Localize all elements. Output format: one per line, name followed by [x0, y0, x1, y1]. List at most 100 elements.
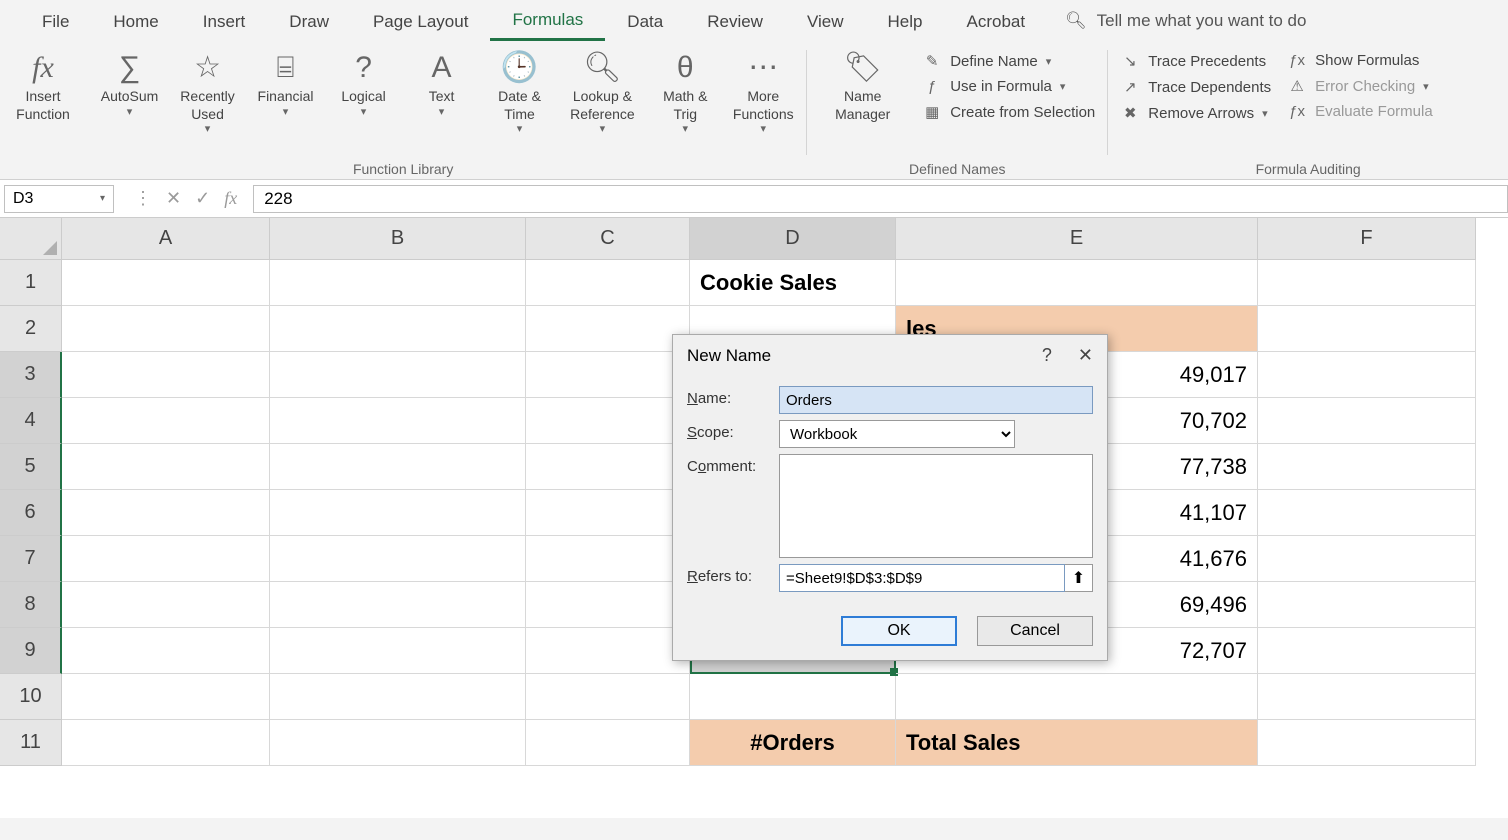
row-header-2[interactable]: 2 — [0, 306, 62, 352]
cell-C1[interactable] — [526, 260, 690, 306]
cell-C4[interactable] — [526, 398, 690, 444]
row-header-8[interactable]: 8 — [0, 582, 62, 628]
cell-B8[interactable] — [270, 582, 526, 628]
row-header-10[interactable]: 10 — [0, 674, 62, 720]
financial-button[interactable]: ⌸Financial — [251, 48, 321, 121]
cell-B11[interactable] — [270, 720, 526, 766]
dots-icon[interactable]: ⋮ — [134, 188, 152, 209]
create-from-selection-button[interactable]: ▦Create from Selection — [918, 101, 1099, 123]
cell-F4[interactable] — [1258, 398, 1476, 444]
cell-A3[interactable] — [62, 352, 270, 398]
cell-A1[interactable] — [62, 260, 270, 306]
row-header-4[interactable]: 4 — [0, 398, 62, 444]
cell-E10[interactable] — [896, 674, 1258, 720]
column-header-E[interactable]: E — [896, 218, 1258, 260]
recently-used-button[interactable]: ☆Recently Used — [173, 48, 243, 139]
tab-acrobat[interactable]: Acrobat — [944, 3, 1047, 40]
cell-D11[interactable]: #Orders — [690, 720, 896, 766]
name-input[interactable] — [779, 386, 1093, 414]
row-header-7[interactable]: 7 — [0, 536, 62, 582]
select-all-button[interactable] — [0, 218, 62, 260]
collapse-dialog-icon[interactable]: ⬆ — [1065, 564, 1093, 592]
cell-E1[interactable] — [896, 260, 1258, 306]
cell-F1[interactable] — [1258, 260, 1476, 306]
tell-me-search[interactable]: 🔍︎ Tell me what you want to do — [1065, 11, 1306, 31]
logical-button[interactable]: ?Logical — [329, 48, 399, 121]
tab-page-layout[interactable]: Page Layout — [351, 3, 490, 40]
column-header-C[interactable]: C — [526, 218, 690, 260]
lookup-reference-button[interactable]: 🔍︎Lookup & Reference — [563, 48, 643, 139]
row-header-1[interactable]: 1 — [0, 260, 62, 306]
cell-B1[interactable] — [270, 260, 526, 306]
cell-F3[interactable] — [1258, 352, 1476, 398]
scope-select[interactable]: Workbook — [779, 420, 1015, 448]
close-icon[interactable]: ✕ — [1078, 345, 1093, 366]
define-name-button[interactable]: ✎Define Name — [918, 50, 1099, 72]
tab-data[interactable]: Data — [605, 3, 685, 40]
column-header-D[interactable]: D — [690, 218, 896, 260]
tab-insert[interactable]: Insert — [181, 3, 268, 40]
cell-C8[interactable] — [526, 582, 690, 628]
row-header-11[interactable]: 11 — [0, 720, 62, 766]
cell-A4[interactable] — [62, 398, 270, 444]
more-functions-button[interactable]: ⋯More Functions — [728, 48, 798, 139]
row-header-6[interactable]: 6 — [0, 490, 62, 536]
remove-arrows-button[interactable]: ✖Remove Arrows — [1116, 102, 1275, 124]
ok-button[interactable]: OK — [841, 616, 957, 646]
cell-A8[interactable] — [62, 582, 270, 628]
insert-function-button[interactable]: fxInsert Function — [8, 48, 78, 125]
text-button[interactable]: AText — [407, 48, 477, 121]
cell-B5[interactable] — [270, 444, 526, 490]
row-header-3[interactable]: 3 — [0, 352, 62, 398]
cell-A5[interactable] — [62, 444, 270, 490]
tab-formulas[interactable]: Formulas — [490, 1, 605, 41]
cell-F11[interactable] — [1258, 720, 1476, 766]
cell-B10[interactable] — [270, 674, 526, 720]
cell-F2[interactable] — [1258, 306, 1476, 352]
column-header-F[interactable]: F — [1258, 218, 1476, 260]
cell-A10[interactable] — [62, 674, 270, 720]
cell-A11[interactable] — [62, 720, 270, 766]
trace-dependents-button[interactable]: ↗Trace Dependents — [1116, 76, 1275, 98]
cell-C10[interactable] — [526, 674, 690, 720]
cell-B9[interactable] — [270, 628, 526, 674]
column-header-A[interactable]: A — [62, 218, 270, 260]
cell-A7[interactable] — [62, 536, 270, 582]
error-checking-button[interactable]: ⚠Error Checking — [1283, 75, 1437, 97]
autosum-button[interactable]: ∑AutoSum — [95, 48, 165, 121]
cell-A2[interactable] — [62, 306, 270, 352]
cell-F5[interactable] — [1258, 444, 1476, 490]
date-time-button[interactable]: 🕒Date & Time — [485, 48, 555, 139]
fx-icon[interactable]: fx — [224, 188, 237, 209]
row-header-9[interactable]: 9 — [0, 628, 62, 674]
name-box[interactable]: D3 — [4, 185, 114, 213]
refers-to-input[interactable] — [779, 564, 1065, 592]
cell-E11[interactable]: Total Sales — [896, 720, 1258, 766]
trace-precedents-button[interactable]: ↘Trace Precedents — [1116, 50, 1275, 72]
tab-view[interactable]: View — [785, 3, 866, 40]
cell-B3[interactable] — [270, 352, 526, 398]
cell-C3[interactable] — [526, 352, 690, 398]
math-trig-button[interactable]: θMath & Trig — [650, 48, 720, 139]
enter-icon[interactable]: ✓ — [195, 188, 210, 209]
tab-help[interactable]: Help — [866, 3, 945, 40]
cell-C6[interactable] — [526, 490, 690, 536]
tab-draw[interactable]: Draw — [267, 3, 351, 40]
cell-A9[interactable] — [62, 628, 270, 674]
tab-file[interactable]: File — [20, 3, 91, 40]
help-icon[interactable]: ? — [1042, 345, 1052, 366]
cell-C2[interactable] — [526, 306, 690, 352]
use-in-formula-button[interactable]: ƒUse in Formula — [918, 76, 1099, 97]
cell-C11[interactable] — [526, 720, 690, 766]
tab-review[interactable]: Review — [685, 3, 785, 40]
cell-B4[interactable] — [270, 398, 526, 444]
cell-F6[interactable] — [1258, 490, 1476, 536]
comment-textarea[interactable] — [779, 454, 1093, 558]
column-header-B[interactable]: B — [270, 218, 526, 260]
cancel-button[interactable]: Cancel — [977, 616, 1093, 646]
show-formulas-button[interactable]: ƒxShow Formulas — [1283, 50, 1437, 71]
cell-C7[interactable] — [526, 536, 690, 582]
cell-B2[interactable] — [270, 306, 526, 352]
row-header-5[interactable]: 5 — [0, 444, 62, 490]
cell-C5[interactable] — [526, 444, 690, 490]
